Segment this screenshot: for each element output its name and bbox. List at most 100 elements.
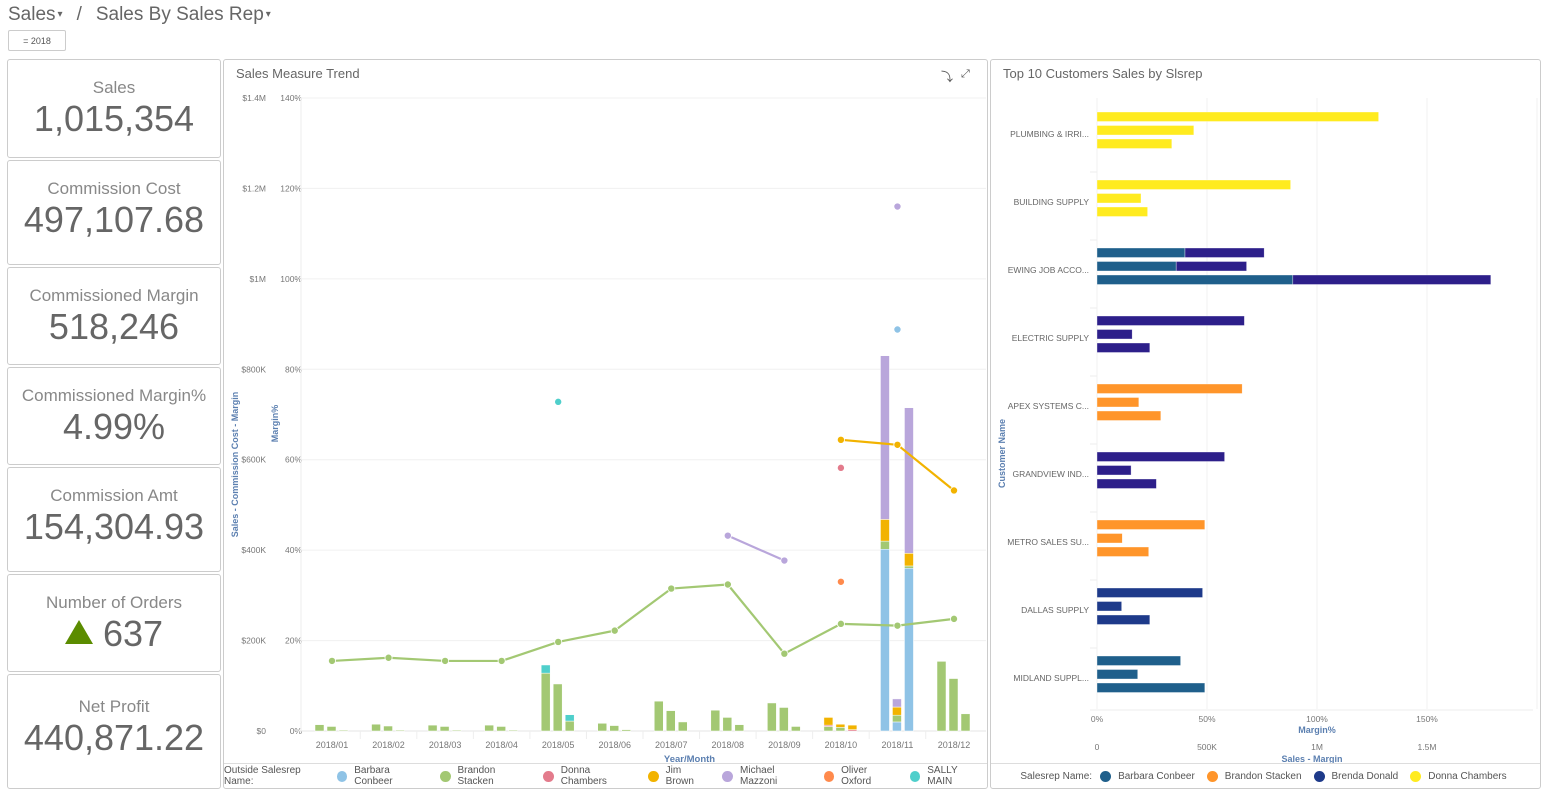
bar-segment[interactable] (791, 726, 801, 732)
bar-segment[interactable] (654, 700, 664, 732)
customer-bar[interactable] (1096, 669, 1139, 680)
customer-bar[interactable] (1096, 533, 1123, 544)
customer-bar[interactable] (1096, 206, 1148, 217)
bar-segment[interactable] (314, 724, 325, 732)
margin-point[interactable] (780, 649, 789, 658)
customer-bar[interactable] (1096, 125, 1195, 136)
margin-point[interactable] (950, 486, 959, 495)
customer-bar[interactable] (1096, 397, 1140, 408)
margin-point[interactable] (836, 619, 845, 628)
customer-bar[interactable] (1096, 465, 1132, 476)
legend-item[interactable]: Michael Mazzoni (740, 765, 812, 787)
customer-bar[interactable] (1175, 261, 1247, 272)
customer-bar[interactable] (1184, 247, 1265, 258)
legend-item[interactable]: Barbara Conbeer (354, 765, 428, 787)
bar-segment[interactable] (779, 707, 789, 732)
margin-point[interactable] (893, 440, 902, 449)
bar-segment[interactable] (395, 729, 405, 732)
customer-bar[interactable] (1096, 519, 1206, 530)
bar-segment[interactable] (540, 664, 551, 674)
margin-point[interactable] (554, 637, 563, 646)
bar-segment[interactable] (823, 717, 834, 726)
legend-item[interactable]: Brandon Stacken (1225, 771, 1302, 782)
customer-bar[interactable] (1096, 587, 1203, 598)
year-filter-chip[interactable]: = 2018 (8, 30, 66, 51)
customer-bar[interactable] (1096, 682, 1206, 693)
bar-segment[interactable] (597, 723, 607, 732)
bar-segment[interactable] (835, 723, 846, 728)
bar-segment[interactable] (892, 721, 902, 732)
legend-item[interactable]: Oliver Oxford (841, 765, 898, 787)
bar-segment[interactable] (722, 717, 733, 732)
margin-point[interactable] (893, 325, 902, 334)
breadcrumb-root[interactable]: Sales ▾ (8, 4, 63, 26)
bar-segment[interactable] (904, 553, 914, 567)
customer-bar[interactable] (1096, 329, 1133, 340)
margin-point[interactable] (780, 556, 789, 565)
bar-segment[interactable] (484, 724, 494, 732)
margin-point[interactable] (836, 577, 845, 586)
bar-segment[interactable] (734, 724, 745, 732)
customer-bar[interactable] (1096, 261, 1177, 272)
bar-segment[interactable] (496, 726, 506, 732)
customer-bar[interactable] (1096, 342, 1151, 353)
bar-segment[interactable] (892, 714, 902, 723)
breadcrumb-current[interactable]: Sales By Sales Rep ▾ (96, 4, 271, 26)
customer-bar[interactable] (1096, 138, 1173, 149)
customer-bar[interactable] (1096, 193, 1142, 204)
bar-segment[interactable] (880, 355, 890, 520)
legend-item[interactable]: Jim Brown (666, 765, 711, 787)
bar-segment[interactable] (904, 565, 914, 569)
bar-segment[interactable] (564, 714, 575, 722)
margin-point[interactable] (441, 656, 450, 665)
legend-item[interactable]: Donna Chambers (1428, 771, 1506, 782)
bar-segment[interactable] (609, 725, 619, 732)
margin-point[interactable] (893, 202, 902, 211)
customer-bar[interactable] (1096, 410, 1162, 421)
margin-point[interactable] (950, 614, 959, 623)
margin-point[interactable] (723, 531, 732, 540)
bar-segment[interactable] (451, 729, 462, 732)
bar-segment[interactable] (508, 729, 518, 732)
bar-segment[interactable] (383, 725, 393, 732)
customer-bar[interactable] (1096, 451, 1225, 462)
bar-segment[interactable] (621, 729, 631, 732)
legend-item[interactable]: Donna Chambers (561, 765, 636, 787)
bar-segment[interactable] (948, 678, 959, 732)
margin-point[interactable] (667, 584, 676, 593)
bar-segment[interactable] (823, 726, 834, 732)
margin-point[interactable] (836, 435, 845, 444)
legend-item[interactable]: Brandon Stacken (458, 765, 532, 787)
customer-bar[interactable] (1096, 614, 1151, 625)
margin-point[interactable] (497, 656, 506, 665)
bar-segment[interactable] (880, 540, 890, 550)
bar-segment[interactable] (904, 407, 914, 554)
bar-segment[interactable] (326, 726, 337, 732)
legend-item[interactable]: SALLY MAIN (927, 765, 983, 787)
bar-segment[interactable] (552, 683, 563, 732)
customer-bar[interactable] (1096, 111, 1379, 122)
bar-segment[interactable] (880, 519, 890, 542)
margin-point[interactable] (384, 653, 393, 662)
margin-point[interactable] (328, 656, 337, 665)
bar-segment[interactable] (678, 721, 688, 732)
customer-bar[interactable] (1292, 274, 1492, 285)
bar-segment[interactable] (439, 726, 450, 732)
bar-segment[interactable] (904, 567, 914, 732)
bar-segment[interactable] (338, 729, 349, 732)
bar-segment[interactable] (710, 709, 721, 732)
margin-point[interactable] (836, 463, 845, 472)
margin-point[interactable] (610, 626, 619, 635)
bar-segment[interactable] (960, 713, 971, 732)
customer-bar[interactable] (1096, 383, 1243, 394)
legend-item[interactable]: Barbara Conbeer (1118, 771, 1195, 782)
margin-point[interactable] (723, 580, 732, 589)
legend-item[interactable]: Brenda Donald (1332, 771, 1399, 782)
bar-segment[interactable] (540, 672, 551, 732)
customer-bar[interactable] (1096, 247, 1186, 258)
bar-segment[interactable] (564, 720, 575, 732)
bar-segment[interactable] (936, 661, 947, 732)
bar-segment[interactable] (767, 702, 777, 732)
customer-bar[interactable] (1096, 179, 1291, 190)
customer-bar[interactable] (1096, 315, 1245, 326)
